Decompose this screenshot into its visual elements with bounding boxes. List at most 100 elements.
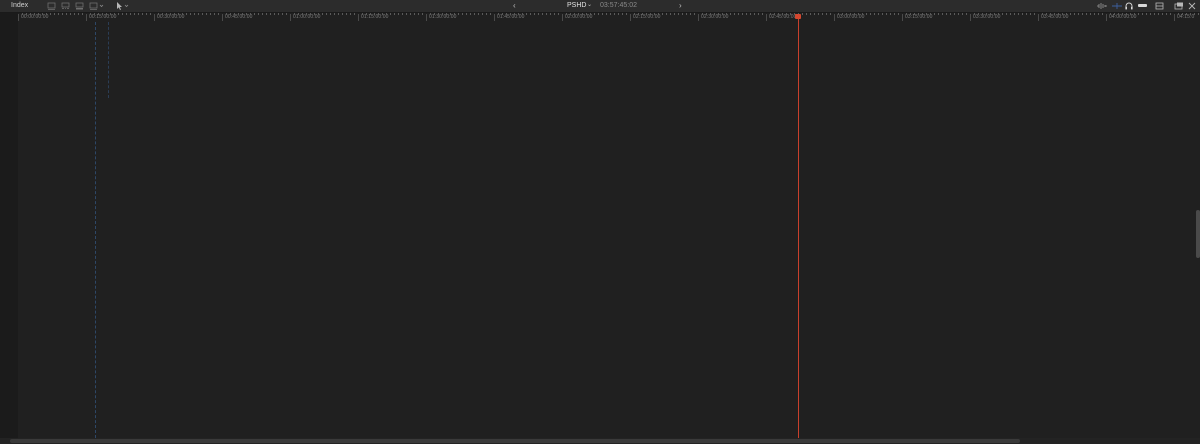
ruler-minor-tick [554, 13, 555, 15]
ruler-minor-tick [38, 13, 39, 15]
clip-appearance-menu-icon[interactable] [89, 1, 105, 11]
ruler-major-tick [1174, 14, 1175, 21]
ruler-minor-tick [102, 13, 103, 15]
ruler-minor-tick [1094, 13, 1095, 15]
clip-appearance-audio-icon[interactable] [75, 1, 84, 11]
ruler-minor-tick [318, 13, 319, 15]
ruler-minor-tick [1110, 13, 1111, 15]
timeline-toolbar: Index ‹ PSHD ⌄ 03:57:45:02 › [0, 0, 1200, 13]
ruler-minor-tick [1074, 13, 1075, 15]
clip-appearance-filmstrip-icon[interactable] [61, 1, 70, 11]
ruler-minor-tick [758, 13, 759, 15]
ruler-minor-tick [274, 13, 275, 15]
clip-appearance-toggle-icon[interactable] [1155, 1, 1164, 11]
ruler-minor-tick [1122, 13, 1123, 15]
ruler-minor-tick [786, 13, 787, 15]
headphones-icon[interactable] [1124, 1, 1134, 11]
ruler-minor-tick [330, 13, 331, 15]
snapping-icon[interactable] [1137, 1, 1148, 11]
ruler-minor-tick [918, 13, 919, 15]
ruler-minor-tick [1150, 13, 1151, 15]
ruler-minor-tick [394, 13, 395, 15]
ruler-minor-tick [674, 13, 675, 15]
ruler-minor-tick [962, 13, 963, 15]
ruler-minor-tick [950, 13, 951, 15]
ruler-minor-tick [1158, 13, 1159, 15]
ruler-minor-tick [126, 13, 127, 15]
ruler-minor-tick [658, 13, 659, 15]
ruler-minor-tick [750, 13, 751, 15]
ruler-minor-tick [178, 13, 179, 15]
ruler-minor-tick [1170, 13, 1171, 15]
ruler-minor-tick [1058, 13, 1059, 15]
ruler-minor-tick [746, 13, 747, 15]
ruler-minor-tick [218, 13, 219, 15]
ruler-minor-tick [566, 13, 567, 15]
ruler-minor-tick [734, 13, 735, 15]
ruler-minor-tick [70, 13, 71, 15]
history-forward-icon[interactable]: › [679, 1, 682, 10]
ruler-minor-tick [98, 13, 99, 15]
ruler-minor-tick [366, 13, 367, 15]
ruler-minor-tick [522, 13, 523, 15]
ruler-minor-tick [498, 13, 499, 15]
ruler-minor-tick [810, 13, 811, 15]
ruler-minor-tick [94, 13, 95, 15]
ruler-minor-tick [958, 13, 959, 15]
ruler-minor-tick [862, 13, 863, 15]
ruler-minor-tick [158, 13, 159, 15]
ruler-minor-tick [1078, 13, 1079, 15]
ruler-minor-tick [342, 13, 343, 15]
ruler-minor-tick [122, 13, 123, 15]
ruler-minor-tick [278, 13, 279, 15]
ruler-minor-tick [538, 13, 539, 15]
playhead-handle[interactable] [795, 14, 801, 19]
ruler-minor-tick [162, 13, 163, 15]
skimming-icon[interactable] [1111, 1, 1123, 11]
project-menu-chevron-icon[interactable]: ⌄ [587, 1, 592, 10]
close-icon[interactable] [1187, 1, 1197, 11]
ruler-minor-tick [442, 13, 443, 15]
playhead-line[interactable] [798, 15, 799, 438]
ruler-minor-tick [186, 13, 187, 15]
ruler-minor-tick [322, 13, 323, 15]
ruler-minor-tick [722, 13, 723, 15]
ruler-minor-tick [826, 13, 827, 15]
ruler-minor-tick [50, 13, 51, 15]
ruler-minor-tick [550, 13, 551, 15]
ruler-minor-tick [714, 13, 715, 15]
index-button[interactable]: Index [11, 1, 28, 10]
clip-appearance-icon[interactable] [47, 1, 56, 11]
ruler-minor-tick [710, 13, 711, 15]
history-back-icon[interactable]: ‹ [513, 1, 516, 10]
ruler-minor-tick [326, 13, 327, 15]
ruler-minor-tick [922, 13, 923, 15]
timeline-tracks-area[interactable] [18, 22, 1200, 438]
ruler-minor-tick [478, 13, 479, 15]
ruler-minor-tick [898, 13, 899, 15]
ruler-minor-tick [338, 13, 339, 15]
ruler-minor-tick [594, 13, 595, 15]
ruler-minor-tick [438, 13, 439, 15]
ruler-major-tick [494, 14, 495, 21]
ruler-minor-tick [910, 13, 911, 15]
ruler-minor-tick [1154, 13, 1155, 15]
ruler-minor-tick [282, 13, 283, 15]
ruler-minor-tick [242, 13, 243, 15]
ruler-minor-tick [926, 13, 927, 15]
vertical-scrollbar[interactable] [1196, 210, 1200, 258]
timeline-ruler[interactable]: 00:00:00:00 00:15:00:00 00:30:00:00 00:45:0… [18, 13, 1200, 22]
ruler-major-tick [18, 14, 19, 21]
ruler-minor-tick [250, 13, 251, 15]
ruler-minor-tick [1042, 13, 1043, 15]
window-layout-icon[interactable] [1174, 1, 1184, 11]
horizontal-scrollbar[interactable] [10, 439, 1020, 443]
ruler-minor-tick [42, 13, 43, 15]
ruler-minor-tick [234, 13, 235, 15]
arrow-select-tool-icon[interactable] [115, 1, 131, 11]
ruler-minor-tick [598, 13, 599, 15]
ruler-minor-tick [474, 13, 475, 15]
project-name[interactable]: PSHD [567, 1, 586, 10]
ruler-minor-tick [110, 13, 111, 15]
audio-skimming-icon[interactable] [1096, 1, 1108, 11]
